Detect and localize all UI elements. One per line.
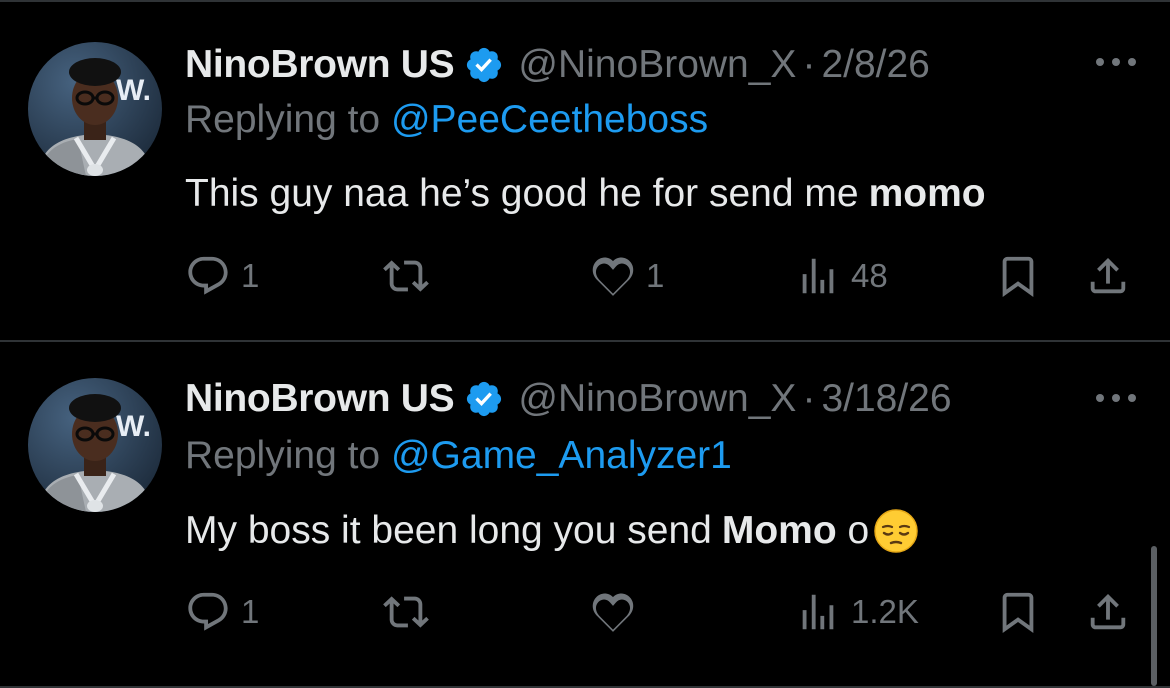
tweet[interactable]: W. NinoBrown US @NinoBrown_X · 2/8/26 Re… <box>0 2 1170 340</box>
heart-icon <box>592 593 634 632</box>
share-icon <box>1090 593 1126 630</box>
tweet-text-bold: momo <box>868 172 986 215</box>
tweet-text-plain: My boss it been long you send <box>185 509 712 552</box>
views-chart-icon <box>802 258 834 294</box>
replying-to-label: Replying to <box>185 434 391 477</box>
reply-button[interactable]: 1 <box>185 252 259 300</box>
verified-badge-icon[interactable] <box>464 379 504 419</box>
retweet-icon <box>383 596 429 628</box>
tweet-text-bold: Momo <box>721 509 837 552</box>
views-count: 48 <box>851 257 888 294</box>
bookmark-button[interactable] <box>995 252 1041 300</box>
avatar[interactable]: W. <box>28 378 162 512</box>
reply-icon <box>188 592 228 631</box>
separator-dot: · <box>802 377 816 420</box>
verified-badge-icon[interactable] <box>464 45 504 85</box>
tweet-text: My boss it been long you send Momo o <box>185 508 919 554</box>
like-count: 1 <box>646 257 665 294</box>
separator-dot: · <box>802 43 816 86</box>
bookmark-icon <box>1002 592 1034 633</box>
views-count: 1.2K <box>851 593 919 630</box>
views-button[interactable]: 48 <box>795 252 888 300</box>
user-handle[interactable]: @NinoBrown_X <box>518 377 796 421</box>
reply-icon <box>188 256 228 295</box>
tweet-date[interactable]: 2/8/26 <box>821 43 929 87</box>
heart-icon <box>592 257 634 296</box>
reply-mention-link[interactable]: @PeeCeetheboss <box>391 98 708 141</box>
tweet-actions: 1 1.2K <box>185 588 1145 636</box>
retweet-button[interactable] <box>383 588 439 636</box>
display-name[interactable]: NinoBrown US <box>185 377 455 421</box>
share-button[interactable] <box>1085 588 1131 636</box>
share-button[interactable] <box>1085 252 1131 300</box>
more-options-icon[interactable] <box>1092 52 1140 72</box>
like-button[interactable] <box>590 588 646 636</box>
svg-text:W.: W. <box>116 410 151 443</box>
user-handle[interactable]: @NinoBrown_X <box>518 43 796 87</box>
replying-to: Replying to @PeeCeetheboss <box>185 98 708 142</box>
bookmark-button[interactable] <box>995 588 1041 636</box>
reply-mention-link[interactable]: @Game_Analyzer1 <box>391 434 732 477</box>
tweet-date[interactable]: 3/18/26 <box>821 377 951 421</box>
views-button[interactable]: 1.2K <box>795 588 919 636</box>
tweet-header: NinoBrown US @NinoBrown_X · 3/18/26 <box>185 374 952 424</box>
tweet-text-plain: This guy naa he’s good he for send me <box>185 172 859 215</box>
like-button[interactable]: 1 <box>590 252 664 300</box>
retweet-button[interactable] <box>383 252 439 300</box>
reply-count: 1 <box>241 257 260 294</box>
tweet-text-after: o <box>836 509 870 552</box>
scrollbar[interactable] <box>1151 546 1157 686</box>
more-options-icon[interactable] <box>1092 388 1140 408</box>
views-chart-icon <box>802 594 834 630</box>
share-icon <box>1090 257 1126 294</box>
tweet-actions: 1 1 48 <box>185 252 1145 300</box>
retweet-icon <box>383 260 429 292</box>
bookmark-icon <box>1002 256 1034 297</box>
avatar[interactable]: W. <box>28 42 162 176</box>
replying-to-label: Replying to <box>185 98 391 141</box>
tweet[interactable]: W. NinoBrown US @NinoBrown_X · 3/18/26 R… <box>0 342 1170 680</box>
svg-text:W.: W. <box>116 74 151 107</box>
reply-count: 1 <box>241 593 260 630</box>
reply-button[interactable]: 1 <box>185 588 259 636</box>
display-name[interactable]: NinoBrown US <box>185 43 455 87</box>
tweet-text: This guy naa he’s good he for send me mom… <box>185 172 986 216</box>
tweet-header: NinoBrown US @NinoBrown_X · 2/8/26 <box>185 40 930 90</box>
replying-to: Replying to @Game_Analyzer1 <box>185 434 732 478</box>
pensive-face-emoji <box>874 509 918 553</box>
